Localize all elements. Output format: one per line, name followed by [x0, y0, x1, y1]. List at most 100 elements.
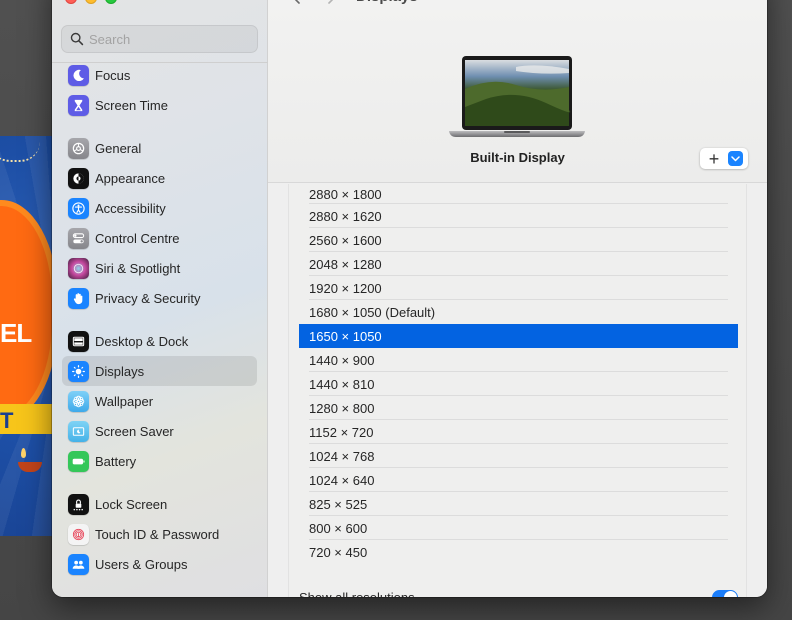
close-window-button[interactable] — [65, 0, 77, 4]
window-controls — [65, 0, 117, 4]
sidebar-item-lock-screen[interactable]: Lock Screen — [62, 489, 257, 519]
resolution-option[interactable]: 1024 × 640 — [299, 468, 738, 492]
sidebar-item-battery[interactable]: Battery — [62, 446, 257, 476]
fingerprint-icon — [68, 523, 89, 545]
battery-icon — [68, 450, 89, 472]
laptop-display-image[interactable] — [446, 55, 588, 141]
resolution-label: 1440 × 900 — [309, 352, 375, 368]
resolution-label: 2880 × 1620 — [309, 208, 382, 224]
sidebar-item-appearance[interactable]: Appearance — [62, 163, 257, 193]
minimize-window-button[interactable] — [85, 0, 97, 4]
hourglass-icon — [68, 94, 89, 116]
page-title: Displays — [356, 0, 418, 5]
sidebar-item-label: Screen Time — [95, 97, 168, 113]
sidebar-item-accessibility[interactable]: Accessibility — [62, 193, 257, 223]
sidebar-item-users-groups[interactable]: Users & Groups — [62, 549, 257, 579]
resolution-label: 1650 × 1050 — [309, 328, 382, 344]
sidebar-item-wallpaper[interactable]: Wallpaper — [62, 386, 257, 416]
resolution-label: 825 × 525 — [309, 496, 368, 512]
sidebar-item-siri-spotlight[interactable]: Siri & Spotlight — [62, 253, 257, 283]
sidebar-item-label: Focus — [95, 67, 131, 83]
resolution-option[interactable]: 1280 × 800 — [299, 396, 738, 420]
sidebar-item-label: General — [95, 140, 142, 156]
sidebar-item-desktop-dock[interactable]: Desktop & Dock — [62, 326, 257, 356]
sidebar-item-label: Touch ID & Password — [95, 526, 220, 542]
add-display-button[interactable]: + — [700, 148, 728, 169]
background-promo-window[interactable]: EL T — [0, 136, 60, 536]
users-icon — [68, 553, 89, 575]
system-settings-window: Focus Screen Time General Appeara — [52, 0, 767, 597]
main-pane: Displays — [268, 0, 767, 597]
appearance-icon — [68, 167, 89, 189]
resolution-option[interactable]: 720 × 450 — [299, 540, 738, 564]
siri-icon — [68, 257, 89, 279]
sidebar-item-label: Control Centre — [95, 230, 180, 246]
resolution-label: 2560 × 1600 — [309, 232, 382, 248]
accessibility-icon — [68, 197, 89, 219]
resolution-option[interactable]: 1152 × 720 — [299, 420, 738, 444]
resolution-label: 1280 × 800 — [309, 400, 375, 416]
promo-headline-fragment: EL — [0, 318, 32, 348]
sidebar-item-screen-time[interactable]: Screen Time — [62, 90, 257, 120]
sidebar-item-label: Accessibility — [95, 200, 166, 216]
add-display-dropdown[interactable] — [728, 151, 743, 166]
resolution-option[interactable]: 2880 × 1800 — [299, 184, 738, 204]
control-centre-icon — [68, 227, 89, 249]
resolution-option[interactable]: 800 × 600 — [299, 516, 738, 540]
resolution-label: 1024 × 640 — [309, 472, 375, 488]
sidebar-item-label: Screen Saver — [95, 423, 174, 439]
resolution-option-selected[interactable]: 1650 × 1050 — [299, 324, 738, 348]
show-all-resolutions-row: Show all resolutions — [299, 585, 738, 597]
gear-icon — [68, 137, 89, 159]
resolution-option[interactable]: 1440 × 810 — [299, 372, 738, 396]
add-display-control: + — [700, 148, 748, 169]
show-all-resolutions-toggle[interactable] — [712, 589, 738, 597]
chevron-down-icon — [731, 155, 740, 161]
diya-flame-icon — [21, 448, 26, 458]
resolution-list: 2880 × 1800 2880 × 1620 2560 × 1600 2048 × … — [299, 184, 738, 564]
resolution-option[interactable]: 1680 × 1050 (Default) — [299, 300, 738, 324]
sidebar-item-label: Wallpaper — [95, 393, 154, 409]
resolution-option[interactable]: 2048 × 1280 — [299, 252, 738, 276]
display-name-label: Built-in Display — [470, 150, 565, 165]
sidebar-item-control-centre[interactable]: Control Centre — [62, 223, 257, 253]
sidebar-item-label: Users & Groups — [95, 556, 188, 572]
resolution-option[interactable]: 1024 × 768 — [299, 444, 738, 468]
lock-icon — [68, 493, 89, 515]
resolution-label: 1680 × 1050 (Default) — [309, 304, 436, 320]
resolution-label: 1024 × 768 — [309, 448, 375, 464]
resolution-label: 1920 × 1200 — [309, 280, 382, 296]
resolution-option[interactable]: 1440 × 900 — [299, 348, 738, 372]
sidebar-item-general[interactable]: General — [62, 133, 257, 163]
toggle-knob — [724, 590, 737, 597]
resolution-option[interactable]: 2560 × 1600 — [299, 228, 738, 252]
resolution-label: 800 × 600 — [309, 520, 368, 536]
sidebar-item-privacy-security[interactable]: Privacy & Security — [62, 283, 257, 313]
resolution-label: 2880 × 1800 — [309, 186, 382, 202]
resolution-option[interactable]: 1920 × 1200 — [299, 276, 738, 300]
resolution-scroll-area[interactable]: 2880 × 1800 2880 × 1620 2560 × 1600 2048 × … — [288, 184, 747, 597]
sidebar-item-label: Appearance — [95, 170, 166, 186]
forward-chevron-icon[interactable] — [324, 0, 338, 5]
dock-icon — [68, 330, 89, 352]
show-all-resolutions-label: Show all resolutions — [299, 589, 415, 598]
resolution-label: 1152 × 720 — [309, 424, 374, 440]
sidebar-item-displays[interactable]: Displays — [62, 356, 257, 386]
sun-icon — [68, 360, 89, 382]
search-field[interactable] — [61, 25, 258, 53]
sidebar-item-touch-id-password[interactable]: Touch ID & Password — [62, 519, 257, 549]
resolution-option[interactable]: 825 × 525 — [299, 492, 738, 516]
zoom-window-button[interactable] — [105, 0, 117, 4]
sidebar-nav: Focus Screen Time General Appearance Acc… — [62, 60, 257, 579]
search-input[interactable] — [89, 31, 249, 47]
back-chevron-icon[interactable] — [290, 0, 304, 5]
sidebar-item-focus[interactable]: Focus — [62, 60, 257, 90]
moon-icon — [68, 64, 89, 86]
sidebar-item-screen-saver[interactable]: Screen Saver — [62, 416, 257, 446]
hand-icon — [68, 287, 89, 309]
resolution-option[interactable]: 2880 × 1620 — [299, 204, 738, 228]
resolution-label: 720 × 450 — [309, 544, 368, 560]
sidebar: Focus Screen Time General Appeara — [52, 0, 268, 597]
sidebar-item-label: Siri & Spotlight — [95, 260, 181, 276]
sidebar-item-label: Displays — [95, 363, 145, 379]
